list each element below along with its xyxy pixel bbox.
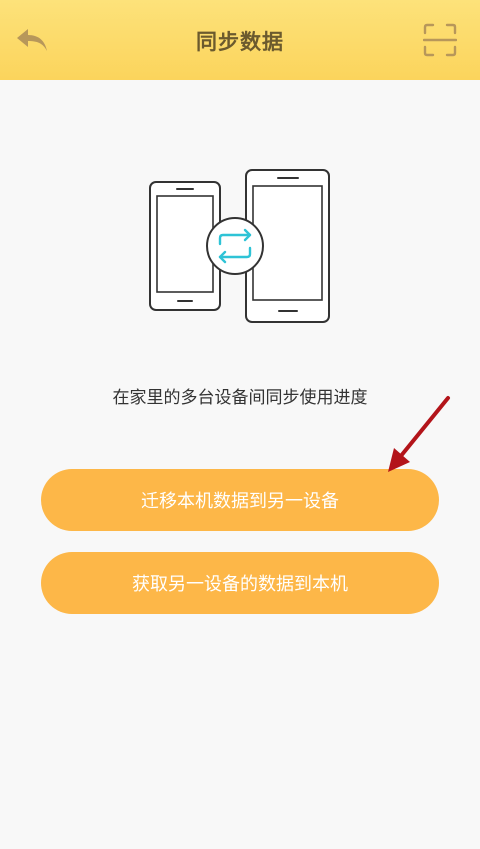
fetch-data-button[interactable]: 获取另一设备的数据到本机	[41, 552, 439, 614]
phone-sync-illustration	[149, 169, 330, 323]
top-bar: 同步数据	[0, 0, 480, 80]
page-title: 同步数据	[196, 30, 284, 54]
migrate-data-label: 迁移本机数据到另一设备	[141, 491, 339, 512]
sync-icon	[206, 217, 264, 275]
fetch-data-label: 获取另一设备的数据到本机	[132, 574, 348, 595]
sync-description: 在家里的多台设备间同步使用进度	[112, 388, 368, 408]
migrate-data-button[interactable]: 迁移本机数据到另一设备	[41, 469, 439, 531]
scan-icon	[423, 23, 457, 57]
scan-button[interactable]	[420, 20, 460, 60]
